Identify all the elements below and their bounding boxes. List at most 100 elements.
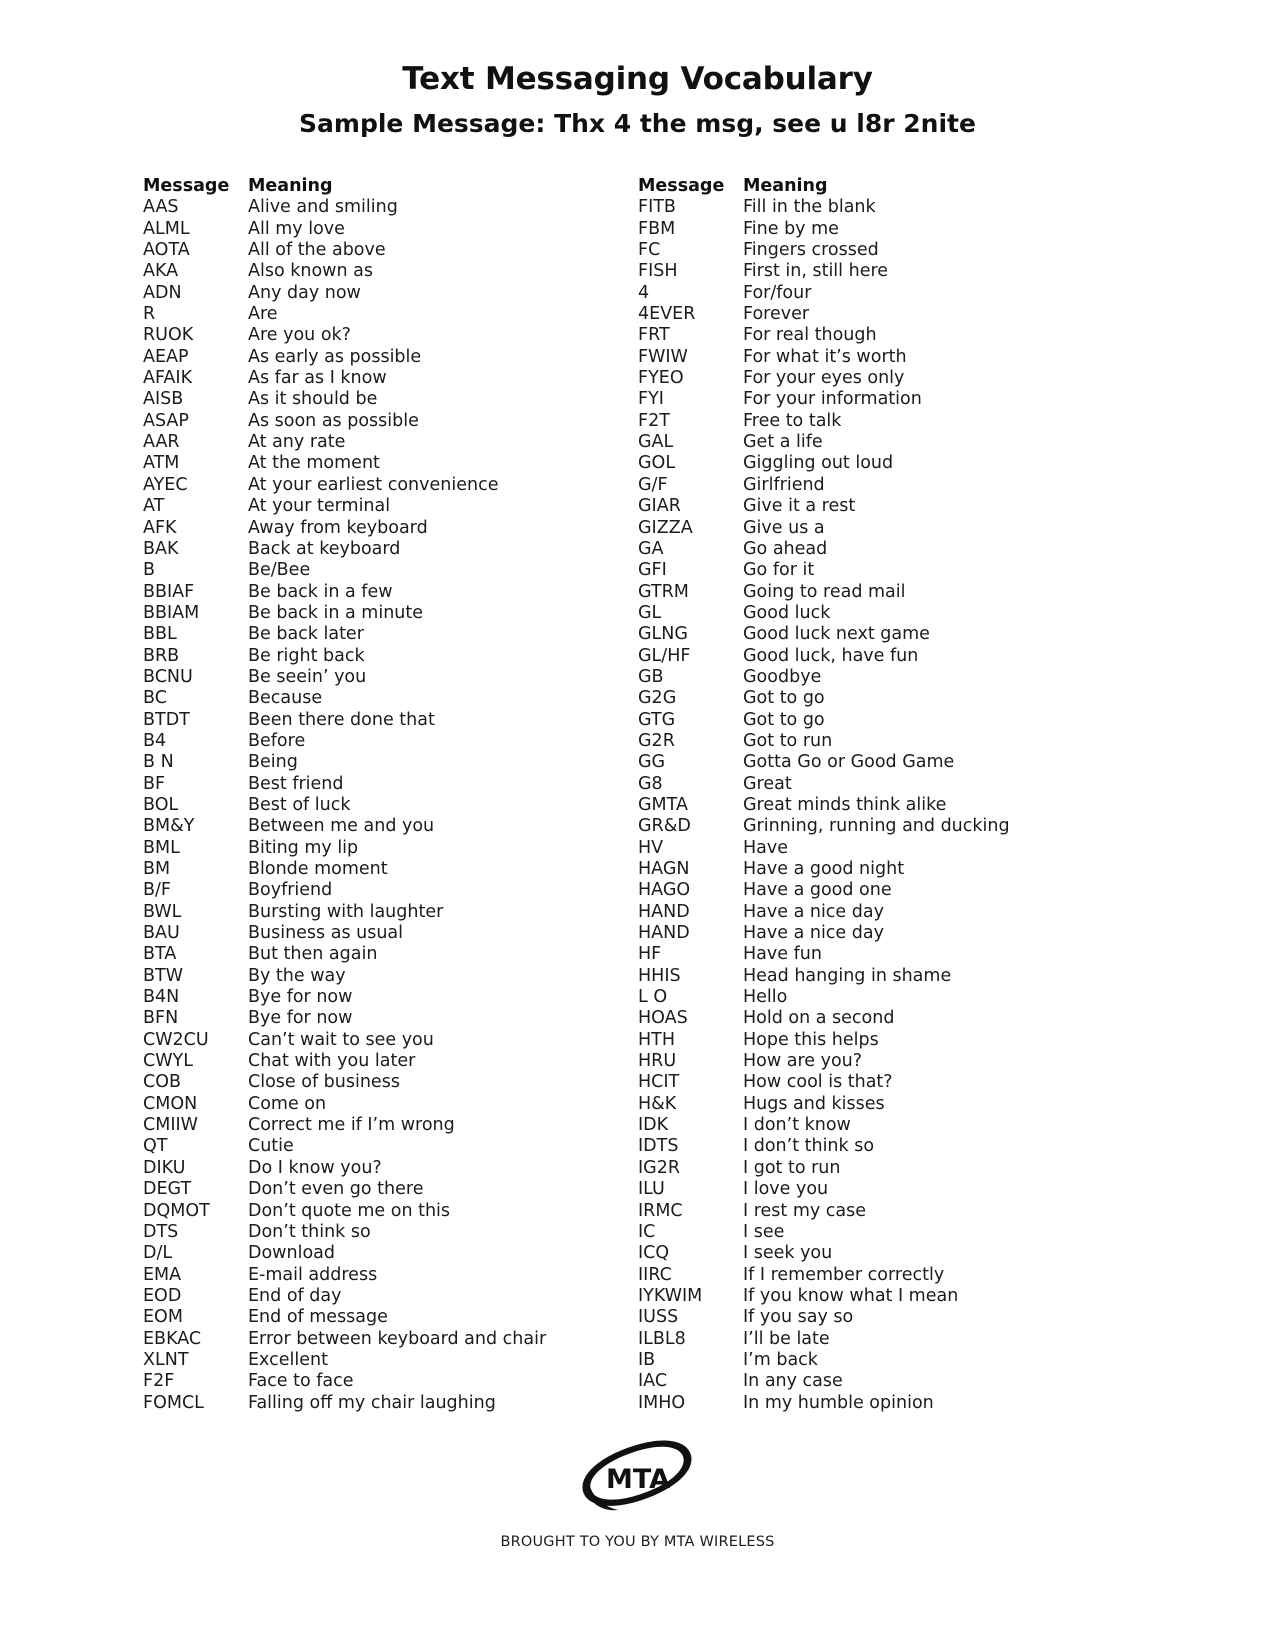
meaning-cell: Fine by me [743,218,839,239]
meaning-cell: Great [743,773,792,794]
meaning-cell: Don’t quote me on this [248,1200,451,1221]
abbreviation-cell: RUOK [143,325,194,346]
abbreviation-cell: 4EVER [638,304,696,325]
table-row: GB Goodbye [638,667,1133,688]
vocabulary-column-right: Message Meaning FITB Fill in the blank FBM… [638,176,1133,1414]
table-row: AISB As it should be [143,389,638,410]
table-row: BBIAF Be back in a few [143,582,638,603]
abbreviation-cell: BM&Y [143,816,195,837]
abbreviation-cell: IMHO [638,1392,686,1413]
table-header-row: Message Meaning [143,176,638,197]
abbreviation-cell: HAGN [638,859,690,879]
table-row: G8 Great [638,774,1133,795]
table-row: CMIIW Correct me if I’m wrong [143,1115,638,1136]
table-row: ATM At the moment [143,453,638,474]
meaning-cell: End of day [248,1285,342,1306]
meaning-cell: Forever [743,304,810,325]
meaning-cell: I’m back [743,1349,818,1370]
table-row: G/F Girlfriend [638,475,1133,496]
abbreviation-cell: CW2CU [143,1029,209,1050]
abbreviation-cell: IG2R [638,1157,681,1178]
table-row: GL Good luck [638,603,1133,624]
table-row: GAL Get a life [638,432,1133,453]
meaning-cell: But then again [248,944,378,965]
abbreviation-cell: BAU [143,923,180,944]
table-row: IYKWIM If you know what I mean [638,1286,1133,1307]
table-row: HF Have fun [638,944,1133,965]
meaning-cell: Are you ok? [248,325,351,346]
abbreviation-cell: IIRC [638,1264,672,1285]
meaning-cell: Have a nice day [743,923,884,944]
abbreviation-cell: HV [638,837,664,858]
meaning-cell: At your terminal [248,496,391,517]
abbreviation-cell: FOMCL [143,1392,204,1413]
table-row: EOD End of day [143,1286,638,1307]
abbreviation-cell: ATM [143,453,180,474]
meaning-cell: Don’t think so [248,1221,371,1242]
abbreviation-cell: FRT [638,325,670,346]
meaning-cell: Free to talk [743,410,842,431]
meaning-cell: Fingers crossed [743,240,879,261]
abbreviation-cell: GG [638,752,666,773]
vocabulary-table-left: Message Meaning AAS Alive and smiling ALML… [143,176,638,1414]
table-row: IDK I don’t know [638,1115,1133,1136]
abbreviation-cell: ADN [143,282,182,303]
table-row: HAND Have a nice day [638,902,1133,923]
meaning-cell: Hello [743,987,788,1008]
abbreviation-cell: B N [143,752,174,773]
abbreviation-cell: B/F [143,880,171,901]
meaning-cell: Because [248,688,323,709]
meaning-cell: I seek you [743,1243,833,1264]
abbreviation-cell: IRMC [638,1200,683,1221]
abbreviation-cell: BTDT [143,709,190,730]
abbreviation-cell: AFK [143,517,177,538]
meaning-cell: I’ll be late [743,1328,830,1349]
column-header-meaning: Meaning [743,176,828,196]
table-row: CWYL Chat with you later [143,1051,638,1072]
meaning-cell: All of the above [248,240,386,261]
abbreviation-cell: IDTS [638,1136,679,1157]
meaning-cell: Can’t wait to see you [248,1029,434,1050]
meaning-cell: For what it’s worth [743,346,907,367]
table-row: AKA Also known as [143,261,638,282]
abbreviation-cell: L O [638,987,668,1008]
document-footer: MTA BROUGHT TO YOU BY MTA WIRELESS [0,1440,1275,1550]
table-row: G2R Got to run [638,731,1133,752]
table-row: CW2CU Can’t wait to see you [143,1030,638,1051]
abbreviation-cell: QT [143,1136,168,1157]
abbreviation-cell: HOAS [638,1008,688,1029]
abbreviation-cell: G2R [638,730,675,751]
table-row: BFN Bye for now [143,1008,638,1029]
abbreviation-cell: AOTA [143,240,190,261]
abbreviation-cell: GR&D [638,816,691,837]
meaning-cell: If you say so [743,1307,854,1328]
meaning-cell: Got to go [743,688,825,709]
table-row: ASAP As soon as possible [143,411,638,432]
meaning-cell: Have a good night [743,859,905,879]
abbreviation-cell: AT [143,496,165,517]
meaning-cell: I rest my case [743,1200,867,1221]
abbreviation-cell: BC [143,688,167,709]
abbreviation-cell: FYI [638,389,664,410]
meaning-cell: Head hanging in shame [743,965,952,986]
table-row: AT At your terminal [143,496,638,517]
table-row: BM&Y Between me and you [143,816,638,837]
abbreviation-cell: GL/HF [638,645,691,666]
table-row: B/F Boyfriend [143,880,638,901]
table-row: EMA E-mail address [143,1265,638,1286]
abbreviation-cell: B4N [143,987,180,1008]
abbreviation-cell: AYEC [143,474,188,495]
meaning-cell: Come on [248,1093,327,1114]
abbreviation-cell: BTW [143,965,183,986]
document-page: Text Messaging Vocabulary Sample Message… [0,0,1275,1650]
meaning-cell: Error between keyboard and chair [248,1328,547,1349]
abbreviation-cell: 4 [638,282,650,303]
meaning-cell: Give it a rest [743,496,856,517]
table-row: EBKAC Error between keyboard and chair [143,1329,638,1350]
abbreviation-cell: HCIT [638,1072,680,1093]
table-row: FWIW For what it’s worth [638,347,1133,368]
abbreviation-cell: ICQ [638,1243,670,1264]
meaning-cell: Falling off my chair laughing [248,1392,496,1413]
abbreviation-cell: GTG [638,709,676,730]
abbreviation-cell: GMTA [638,794,688,815]
